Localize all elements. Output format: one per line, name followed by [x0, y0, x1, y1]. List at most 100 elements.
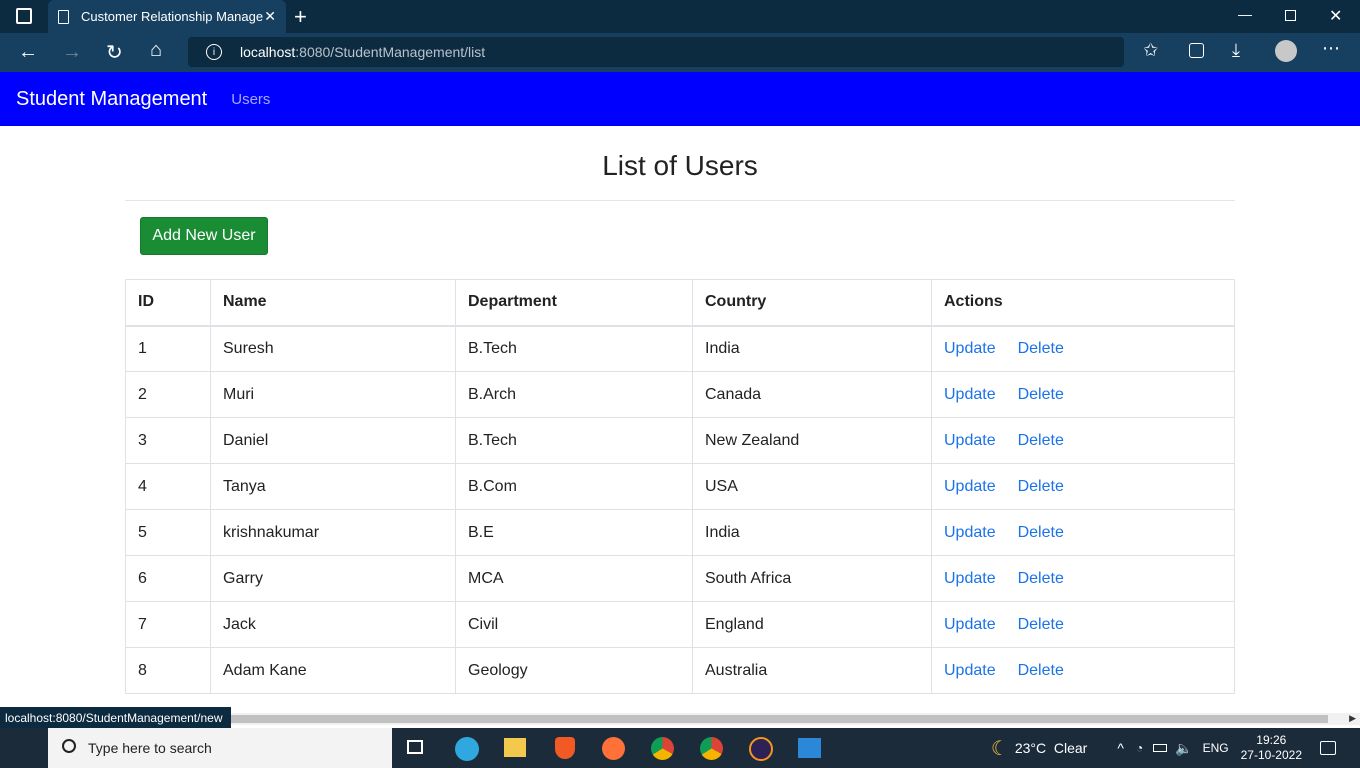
divider: [125, 200, 1235, 201]
file-explorer-icon[interactable]: [504, 738, 526, 757]
profile-avatar[interactable]: [1275, 40, 1297, 62]
table-row: 3 Daniel B.Tech New Zealand Update Delete: [125, 417, 1235, 464]
cell-department: MCA: [455, 555, 693, 602]
update-link[interactable]: Update: [944, 662, 996, 679]
firefox-icon[interactable]: [602, 737, 625, 760]
delete-link[interactable]: Delete: [1018, 524, 1064, 541]
cell-actions: Update Delete: [931, 371, 1235, 418]
more-menu-icon[interactable]: ⋯: [1322, 38, 1340, 59]
volume-icon[interactable]: 🔈: [1175, 740, 1192, 757]
delete-link[interactable]: Delete: [1018, 478, 1064, 495]
cell-department: B.Com: [455, 463, 693, 510]
col-header-department: Department: [455, 279, 693, 327]
search-icon: [62, 739, 76, 753]
update-link[interactable]: Update: [944, 616, 996, 633]
site-info-icon[interactable]: i: [206, 44, 222, 60]
delete-link[interactable]: Delete: [1018, 432, 1064, 449]
close-tab-icon[interactable]: ✕: [264, 8, 276, 25]
table-row: 4 Tanya B.Com USA Update Delete: [125, 463, 1235, 510]
wifi-icon[interactable]: ◔: [1136, 741, 1143, 755]
cell-country: Canada: [692, 371, 932, 418]
start-windows-icon[interactable]: [16, 740, 32, 756]
brave-icon[interactable]: [555, 737, 575, 759]
delete-link[interactable]: Delete: [1018, 662, 1064, 679]
clock-time: 19:26: [1256, 733, 1287, 747]
cell-country: USA: [692, 463, 932, 510]
favorites-icon[interactable]: ✩: [1143, 40, 1158, 61]
downloads-icon[interactable]: ⤓: [1232, 40, 1240, 61]
cell-actions: Update Delete: [931, 463, 1235, 510]
clock-date: 27-10-2022: [1240, 748, 1302, 762]
cell-id: 7: [125, 601, 211, 648]
cell-actions: Update Delete: [931, 601, 1235, 648]
add-new-user-button[interactable]: Add New User: [140, 217, 268, 255]
table-header-row: ID Name Department Country Actions: [125, 279, 1235, 327]
battery-icon[interactable]: [1153, 744, 1168, 752]
language-indicator[interactable]: ENG: [1203, 741, 1229, 755]
address-bar[interactable]: i localhost:8080/StudentManagement/list: [188, 37, 1124, 67]
col-header-actions: Actions: [931, 279, 1235, 327]
scrollbar-thumb[interactable]: [231, 715, 1328, 723]
photos-icon[interactable]: [798, 738, 821, 758]
tab-title: Customer Relationship Managem: [81, 9, 265, 24]
clock[interactable]: 19:26 27-10-2022: [1241, 733, 1302, 763]
tab-actions-icon[interactable]: [16, 8, 32, 24]
eclipse-icon[interactable]: [749, 737, 773, 761]
horizontal-scrollbar[interactable]: ▶: [231, 713, 1360, 725]
cell-name: krishnakumar: [210, 509, 456, 556]
edge-icon[interactable]: [455, 737, 479, 761]
cell-department: B.Tech: [455, 417, 693, 464]
cell-country: England: [692, 601, 932, 648]
update-link[interactable]: Update: [944, 524, 996, 541]
table-row: 1 Suresh B.Tech India Update Delete: [125, 325, 1235, 372]
cell-actions: Update Delete: [931, 647, 1235, 694]
update-link[interactable]: Update: [944, 386, 996, 403]
brand-link[interactable]: Student Management: [16, 88, 207, 111]
browser-titlebar: Customer Relationship Managem ✕ + — ✕: [0, 0, 1360, 33]
status-bar-url: localhost:8080/StudentManagement/new: [0, 707, 231, 728]
restore-icon[interactable]: [1285, 10, 1296, 21]
nav-users-link[interactable]: Users: [231, 91, 270, 108]
cell-id: 2: [125, 371, 211, 418]
chrome-icon[interactable]: [651, 737, 674, 760]
update-link[interactable]: Update: [944, 432, 996, 449]
delete-link[interactable]: Delete: [1018, 340, 1064, 357]
scroll-right-icon[interactable]: ▶: [1349, 713, 1356, 724]
new-tab-icon[interactable]: +: [294, 4, 307, 30]
col-header-name: Name: [210, 279, 456, 327]
delete-link[interactable]: Delete: [1018, 386, 1064, 403]
app-navbar: Student Management Users: [0, 72, 1360, 126]
update-link[interactable]: Update: [944, 340, 996, 357]
minimize-icon[interactable]: —: [1238, 6, 1252, 22]
cell-country: India: [692, 509, 932, 556]
notifications-icon[interactable]: [1320, 741, 1336, 755]
cell-actions: Update Delete: [931, 509, 1235, 556]
url-text: localhost:8080/StudentManagement/list: [240, 44, 486, 60]
chrome-profile-icon[interactable]: [700, 737, 723, 760]
cell-name: Garry: [210, 555, 456, 602]
update-link[interactable]: Update: [944, 570, 996, 587]
cell-id: 5: [125, 509, 211, 556]
page-icon: [58, 9, 69, 24]
back-icon[interactable]: ←: [18, 41, 38, 64]
refresh-icon[interactable]: ↻: [106, 40, 123, 65]
collections-icon[interactable]: [1189, 43, 1204, 58]
cell-department: B.E: [455, 509, 693, 556]
update-link[interactable]: Update: [944, 478, 996, 495]
show-hidden-icons-icon[interactable]: ^: [1117, 740, 1124, 756]
forward-icon[interactable]: →: [62, 41, 82, 64]
home-icon[interactable]: ⌂: [150, 39, 162, 62]
weather-text[interactable]: 23°C Clear: [1015, 740, 1088, 756]
cell-actions: Update Delete: [931, 555, 1235, 602]
close-window-icon[interactable]: ✕: [1329, 6, 1342, 26]
cell-id: 8: [125, 647, 211, 694]
col-header-country: Country: [692, 279, 932, 327]
delete-link[interactable]: Delete: [1018, 616, 1064, 633]
cell-actions: Update Delete: [931, 417, 1235, 464]
delete-link[interactable]: Delete: [1018, 570, 1064, 587]
system-tray: ☾ 23°C Clear ^ ◔ 🔈 ENG 19:26 27-10-2022: [991, 728, 1360, 768]
cell-name: Daniel: [210, 417, 456, 464]
browser-tab[interactable]: Customer Relationship Managem ✕: [48, 0, 286, 33]
task-view-icon[interactable]: [407, 740, 423, 754]
taskbar-search[interactable]: Type here to search: [48, 728, 392, 768]
